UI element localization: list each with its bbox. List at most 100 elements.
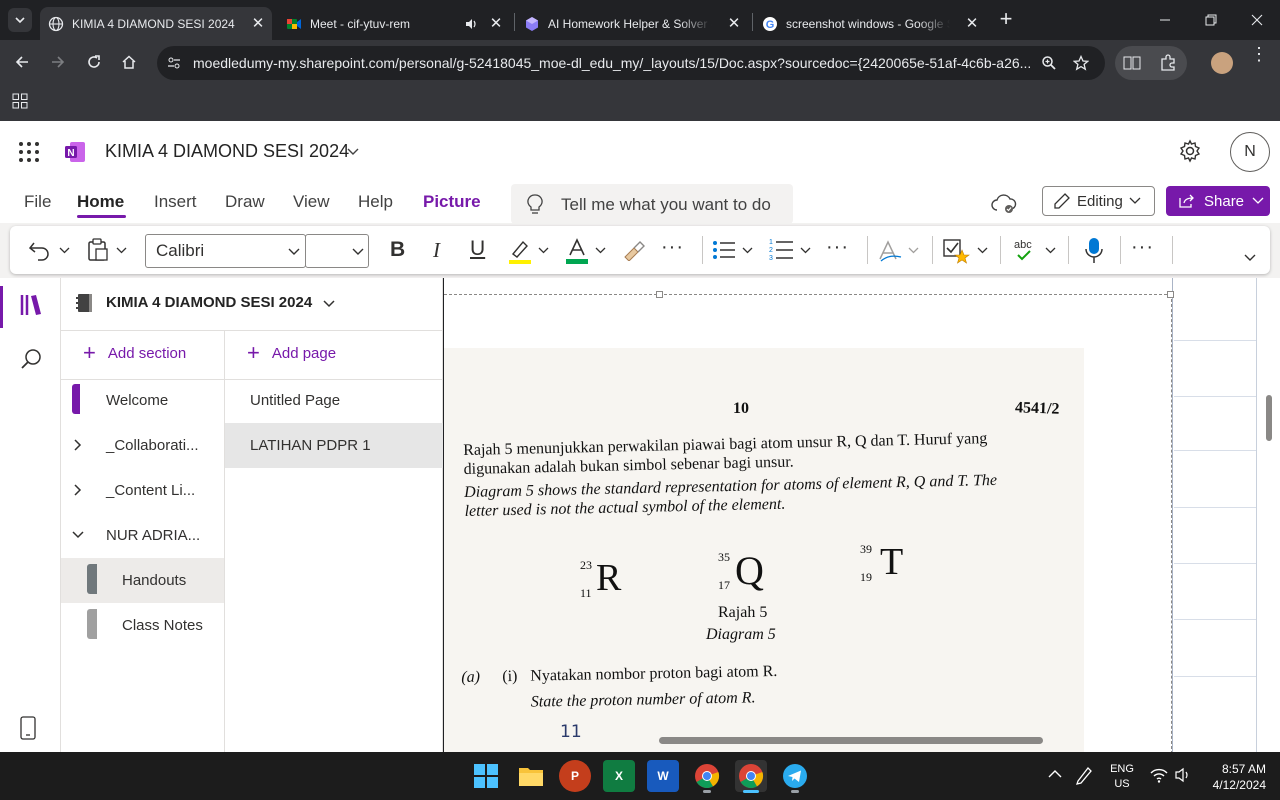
reload-icon[interactable]	[86, 54, 102, 70]
mobile-view-icon[interactable]	[20, 716, 36, 740]
home-icon[interactable]	[121, 54, 137, 70]
chevron-down-icon[interactable]	[538, 247, 549, 254]
tell-me-box[interactable]: Tell me what you want to do	[511, 184, 793, 224]
pen-icon[interactable]	[1074, 765, 1094, 785]
dictate-microphone-icon[interactable]	[1084, 237, 1104, 265]
speaker-icon[interactable]	[464, 17, 478, 31]
chevron-down-icon[interactable]	[742, 247, 753, 254]
browser-tab-google[interactable]: G screenshot windows - Google S ✕	[754, 7, 986, 40]
font-size-dropdown[interactable]	[305, 234, 369, 268]
tab-insert[interactable]: Insert	[154, 192, 197, 212]
spelling-icon[interactable]: abc	[1012, 238, 1040, 264]
chevron-down-icon[interactable]	[59, 247, 70, 254]
section-welcome[interactable]: Welcome	[61, 378, 224, 423]
section-handouts[interactable]: Handouts	[61, 558, 224, 603]
app-launcher-icon[interactable]	[18, 141, 40, 163]
italic-icon[interactable]: I	[433, 238, 440, 263]
tab-search-button[interactable]	[8, 8, 32, 32]
chevron-up-icon[interactable]	[1048, 769, 1062, 779]
resize-handle[interactable]	[1167, 291, 1174, 298]
restore-button[interactable]	[1188, 0, 1234, 40]
bullets-icon[interactable]	[712, 239, 736, 261]
chevron-down-icon[interactable]	[1045, 247, 1056, 254]
zoom-icon[interactable]	[1041, 55, 1057, 71]
chevron-down-icon[interactable]	[595, 247, 606, 254]
file-explorer-button[interactable]	[515, 760, 547, 792]
language-indicator[interactable]: ENG US	[1104, 762, 1140, 792]
puzzle-icon[interactable]	[1159, 54, 1177, 72]
vertical-scrollbar[interactable]	[1266, 395, 1272, 441]
profile-avatar[interactable]	[1211, 52, 1233, 74]
expand-ribbon-icon[interactable]	[1244, 254, 1256, 262]
reading-list-icon[interactable]	[1123, 55, 1141, 71]
close-window-button[interactable]	[1234, 0, 1280, 40]
notebook-switcher[interactable]: KIMIA 4 DIAMOND SESI 2024	[61, 278, 443, 331]
forward-icon[interactable]	[50, 54, 66, 70]
chevron-down-icon[interactable]	[347, 148, 359, 156]
tab-picture[interactable]: Picture	[423, 192, 481, 212]
font-color-icon[interactable]	[564, 237, 590, 265]
undo-icon[interactable]	[28, 239, 52, 261]
share-button[interactable]: Share	[1166, 186, 1270, 216]
start-button[interactable]	[474, 764, 498, 788]
underline-icon[interactable]: U	[470, 237, 485, 261]
format-painter-icon[interactable]	[622, 239, 646, 261]
section-group-content-library[interactable]: _Content Li...	[61, 468, 224, 513]
address-bar[interactable]: moedledumy-my.sharepoint.com/personal/g-…	[157, 46, 1105, 80]
account-avatar[interactable]: N	[1230, 132, 1270, 172]
page-canvas[interactable]: 10 4541/2 Rajah 5 menunjukkan perwakilan…	[444, 278, 1280, 752]
add-section-button[interactable]: + Add section	[83, 342, 186, 364]
styles-icon[interactable]	[877, 239, 903, 263]
clipboard-icon[interactable]	[87, 238, 109, 262]
volume-icon[interactable]	[1174, 767, 1192, 783]
editing-mode-button[interactable]: Editing	[1042, 186, 1155, 216]
section-group-student[interactable]: NUR ADRIA...	[61, 513, 224, 558]
close-tab-icon[interactable]: ✕	[964, 15, 980, 32]
highlighter-icon[interactable]	[507, 238, 533, 264]
new-tab-button[interactable]: +	[994, 8, 1018, 32]
chrome-button[interactable]	[691, 760, 723, 792]
horizontal-scrollbar[interactable]	[659, 737, 1043, 744]
close-tab-icon[interactable]: ✕	[250, 15, 266, 32]
more-font-options-icon[interactable]: ···	[661, 236, 684, 259]
numbering-icon[interactable]: 123	[768, 237, 794, 263]
chevron-down-icon[interactable]	[800, 247, 811, 254]
browser-tab-ai-helper[interactable]: AI Homework Helper & Solver - ✕	[516, 7, 748, 40]
more-paragraph-options-icon[interactable]: ···	[826, 236, 849, 259]
chevron-down-icon[interactable]	[116, 247, 127, 254]
notebooks-icon[interactable]	[20, 293, 44, 317]
browser-tab-onenote[interactable]: KIMIA 4 DIAMOND SESI 2024 ✕	[40, 7, 272, 40]
close-tab-icon[interactable]: ✕	[726, 15, 742, 32]
excel-button[interactable]: X	[603, 760, 635, 792]
chevron-down-icon[interactable]	[977, 247, 988, 254]
powerpoint-button[interactable]: P	[559, 760, 591, 792]
font-name-dropdown[interactable]: Calibri	[145, 234, 306, 268]
tag-checkbox-icon[interactable]	[942, 238, 970, 264]
page-latihan-pdpr-1[interactable]: LATIHAN PDPR 1	[225, 423, 443, 468]
browser-tab-meet[interactable]: Meet - cif-ytuv-rem ✕	[278, 7, 510, 40]
word-button[interactable]: W	[647, 760, 679, 792]
telegram-button[interactable]	[779, 760, 811, 792]
tab-view[interactable]: View	[293, 192, 330, 212]
page-untitled[interactable]: Untitled Page	[225, 378, 443, 423]
bold-icon[interactable]: B	[390, 238, 405, 262]
apps-grid-icon[interactable]	[12, 93, 28, 109]
clock[interactable]: 8:57 AM 4/12/2024	[1200, 761, 1266, 793]
more-commands-icon[interactable]: ···	[1131, 236, 1154, 259]
wifi-icon[interactable]	[1150, 767, 1168, 783]
chevron-down-icon[interactable]	[908, 247, 919, 254]
tab-file[interactable]: File	[24, 192, 51, 212]
minimize-button[interactable]	[1142, 0, 1188, 40]
close-tab-icon[interactable]: ✕	[488, 15, 504, 32]
tab-help[interactable]: Help	[358, 192, 393, 212]
cloud-sync-icon[interactable]	[991, 193, 1017, 215]
bookmark-star-icon[interactable]	[1073, 55, 1089, 71]
section-class-notes[interactable]: Class Notes	[61, 603, 224, 648]
tab-home[interactable]: Home	[77, 192, 124, 212]
back-icon[interactable]	[14, 54, 30, 70]
gear-icon[interactable]	[1178, 139, 1202, 163]
section-group-collaboration[interactable]: _Collaborati...	[61, 423, 224, 468]
tab-draw[interactable]: Draw	[225, 192, 265, 212]
more-menu-icon[interactable]: ⋮	[1250, 45, 1268, 63]
search-icon[interactable]	[20, 348, 42, 370]
